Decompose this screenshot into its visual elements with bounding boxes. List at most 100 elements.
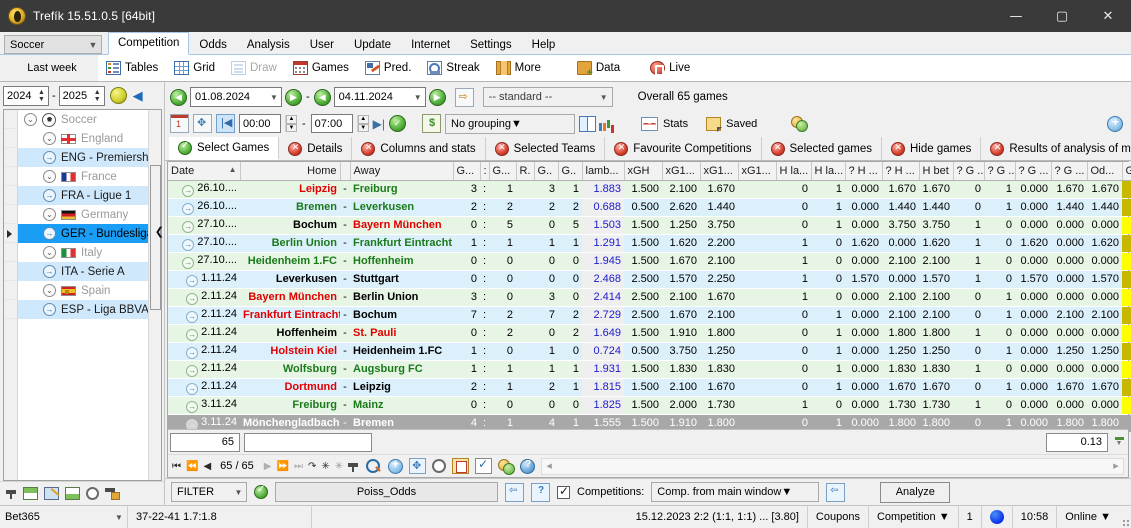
col-xg1c[interactable]: xG1...: [738, 162, 777, 181]
row-expand-icon[interactable]: →: [186, 292, 199, 305]
gear-icon[interactable]: [432, 459, 447, 473]
expand-icon[interactable]: ⌄: [43, 284, 56, 297]
tab-results-of-analysis[interactable]: Results of analysis of mor: [981, 137, 1131, 160]
tab-favourite-competitions[interactable]: Favourite Competitions: [605, 137, 762, 160]
expand-icon[interactable]: ⌄: [43, 246, 56, 259]
tree-item-spain[interactable]: ⌄ Spain: [18, 281, 148, 300]
col-qg2[interactable]: ? G ...: [984, 162, 1016, 181]
row-expand-icon[interactable]: →: [186, 364, 199, 377]
question-icon[interactable]: [531, 482, 550, 502]
star-outline-icon[interactable]: ✳: [335, 461, 343, 472]
row-expand-icon[interactable]: →: [186, 328, 199, 341]
menu-tab-update[interactable]: Update: [344, 34, 401, 55]
tab-details[interactable]: Details: [279, 137, 353, 160]
table-row[interactable]: → 26.10.... Bremen - Leverkusen 2:2 2 2 0.688 0.5…: [168, 198, 1131, 216]
magic-wand-icon[interactable]: [44, 487, 59, 500]
tree-item-italy[interactable]: ⌄ Italy: [18, 243, 148, 262]
competition-menu-cell[interactable]: Competition ▼: [869, 506, 959, 528]
apply-icon[interactable]: ✓: [389, 115, 407, 132]
row-expand-icon[interactable]: →: [186, 310, 199, 323]
menu-tab-settings[interactable]: Settings: [460, 34, 522, 55]
expand-icon[interactable]: ⌄: [43, 132, 56, 145]
col-hbet[interactable]: H bet: [919, 162, 954, 181]
table-row[interactable]: → 2.11.24 Wolfsburg - Augsburg FC 1:1 1 1 1.931 1…: [168, 360, 1131, 378]
close-button[interactable]: ✕: [1085, 0, 1131, 32]
refresh-icon[interactable]: ↷: [308, 461, 316, 472]
chevron-down-icon[interactable]: ▼: [231, 488, 246, 497]
col-g2[interactable]: G..: [558, 162, 583, 181]
menu-tab-user[interactable]: User: [300, 34, 344, 55]
table-row[interactable]: → 1.11.24 Leverkusen - Stuttgart 0:0 0 0 2.468 2.…: [168, 270, 1131, 288]
minimize-button[interactable]: —: [993, 0, 1039, 32]
menu-tab-odds[interactable]: Odds: [189, 34, 237, 55]
expand-icon[interactable]: ⌄: [43, 170, 56, 183]
spinner-arrows-icon[interactable]: ▲ ▼: [91, 87, 104, 105]
ribbon-grid-button[interactable]: Grid: [166, 59, 223, 77]
ribbon-pred-button[interactable]: Pred.: [357, 59, 420, 77]
maximize-button[interactable]: ▢: [1039, 0, 1085, 32]
move-icon[interactable]: [409, 458, 427, 474]
col-away[interactable]: Away: [350, 162, 454, 181]
chevron-down-icon[interactable]: ▼: [781, 486, 792, 498]
date-to-input[interactable]: 04.11.2024 ▼: [333, 87, 426, 107]
chevron-down-icon[interactable]: ▼: [596, 93, 612, 102]
value-stepper[interactable]: ▼: [1112, 437, 1126, 447]
ribbon-streak-button[interactable]: Streak: [419, 59, 487, 77]
apply-green-icon[interactable]: [254, 484, 268, 499]
table-row[interactable]: → 27.10.... Bochum - Bayern München 0:5 0 5 1.50…: [168, 216, 1131, 234]
bars-icon[interactable]: [599, 117, 615, 131]
row-expand-icon[interactable]: →: [186, 400, 199, 413]
analyze-button[interactable]: Analyze: [880, 481, 951, 503]
table-row[interactable]: → 2.11.24 Frankfurt Eintracht - Bochum 7:2 7 2 2…: [168, 306, 1131, 324]
col-qg4[interactable]: ? G ...: [1051, 162, 1088, 181]
ribbon-games-button[interactable]: Games: [285, 59, 357, 77]
col-qg1[interactable]: ? G ...: [953, 162, 985, 181]
tree-item-england[interactable]: ⌄ England: [18, 129, 148, 148]
col-xg1b[interactable]: xG1...: [700, 162, 739, 181]
standard-select[interactable]: -- standard -- ▼: [482, 87, 613, 107]
time-to-input[interactable]: 07:00: [310, 114, 353, 133]
nav-next-icon[interactable]: ▶: [264, 461, 272, 472]
col-hla2[interactable]: H la...: [811, 162, 846, 181]
table-row[interactable]: → 2.11.24 Hoffenheim - St. Pauli 0:2 0 2 1.649 1.…: [168, 324, 1131, 342]
arrow-right-icon[interactable]: →: [43, 265, 56, 278]
stats-button[interactable]: Stats: [641, 116, 688, 131]
add-circle-icon[interactable]: [1107, 115, 1123, 132]
date-to-next-button[interactable]: ▶: [428, 88, 446, 106]
tennis-ball-icon[interactable]: [109, 87, 127, 104]
transfer-icon[interactable]: [826, 482, 846, 502]
saved-button[interactable]: Saved: [706, 116, 757, 132]
euro-coins-icon[interactable]: [791, 116, 809, 132]
tree-item-germany[interactable]: ⌄ Germany: [18, 205, 148, 224]
clipboard-icon[interactable]: [452, 458, 470, 474]
green-top-icon[interactable]: [23, 487, 38, 500]
season-to-spinner[interactable]: 2025 ▲ ▼: [58, 85, 105, 106]
season-from-spinner[interactable]: 2024 ▲ ▼: [3, 85, 49, 106]
nav-last-icon[interactable]: ⏭: [294, 461, 303, 472]
green-bottom-icon[interactable]: [65, 487, 80, 500]
online-menu-cell[interactable]: Online ▼: [1057, 506, 1119, 528]
tab-columns-and-stats[interactable]: Columns and stats: [352, 137, 486, 160]
col-qh1[interactable]: ? H ...: [845, 162, 883, 181]
money-icon[interactable]: [422, 114, 442, 133]
poiss-odds-field[interactable]: Poiss_Odds: [275, 482, 498, 502]
col-hla1[interactable]: H la...: [776, 162, 812, 181]
ribbon-live-button[interactable]: Live: [642, 59, 698, 77]
row-expand-icon[interactable]: →: [186, 346, 199, 359]
search-icon[interactable]: [365, 458, 382, 474]
table-row[interactable]: → 2.11.24 Dortmund - Leipzig 2:1 2 1 1.815 1.500 2…: [168, 378, 1131, 396]
expand-icon[interactable]: ⌄: [24, 113, 37, 126]
col-gpr[interactable]: G Pr...: [1122, 162, 1131, 181]
table-row[interactable]: → 3.11.24 Freiburg - Mainz 0:0 0 0 1.825 1.500 2.0…: [168, 396, 1131, 414]
last-icon[interactable]: ▶|: [373, 117, 385, 131]
chevron-down-icon[interactable]: ▼: [111, 513, 127, 522]
horizontal-scrollbar[interactable]: ◀ ▶: [541, 457, 1124, 475]
nav-prev-icon[interactable]: ◀: [203, 461, 211, 472]
row-expand-icon[interactable]: →: [182, 238, 195, 251]
gear-icon[interactable]: [86, 487, 99, 500]
tree-item-soccer[interactable]: ⌄ Soccer: [18, 110, 148, 129]
filter-icon[interactable]: [6, 488, 17, 499]
col-xgh[interactable]: xGH: [624, 162, 663, 181]
row-expand-icon[interactable]: →: [186, 274, 199, 287]
competitions-checkbox[interactable]: [557, 484, 570, 499]
